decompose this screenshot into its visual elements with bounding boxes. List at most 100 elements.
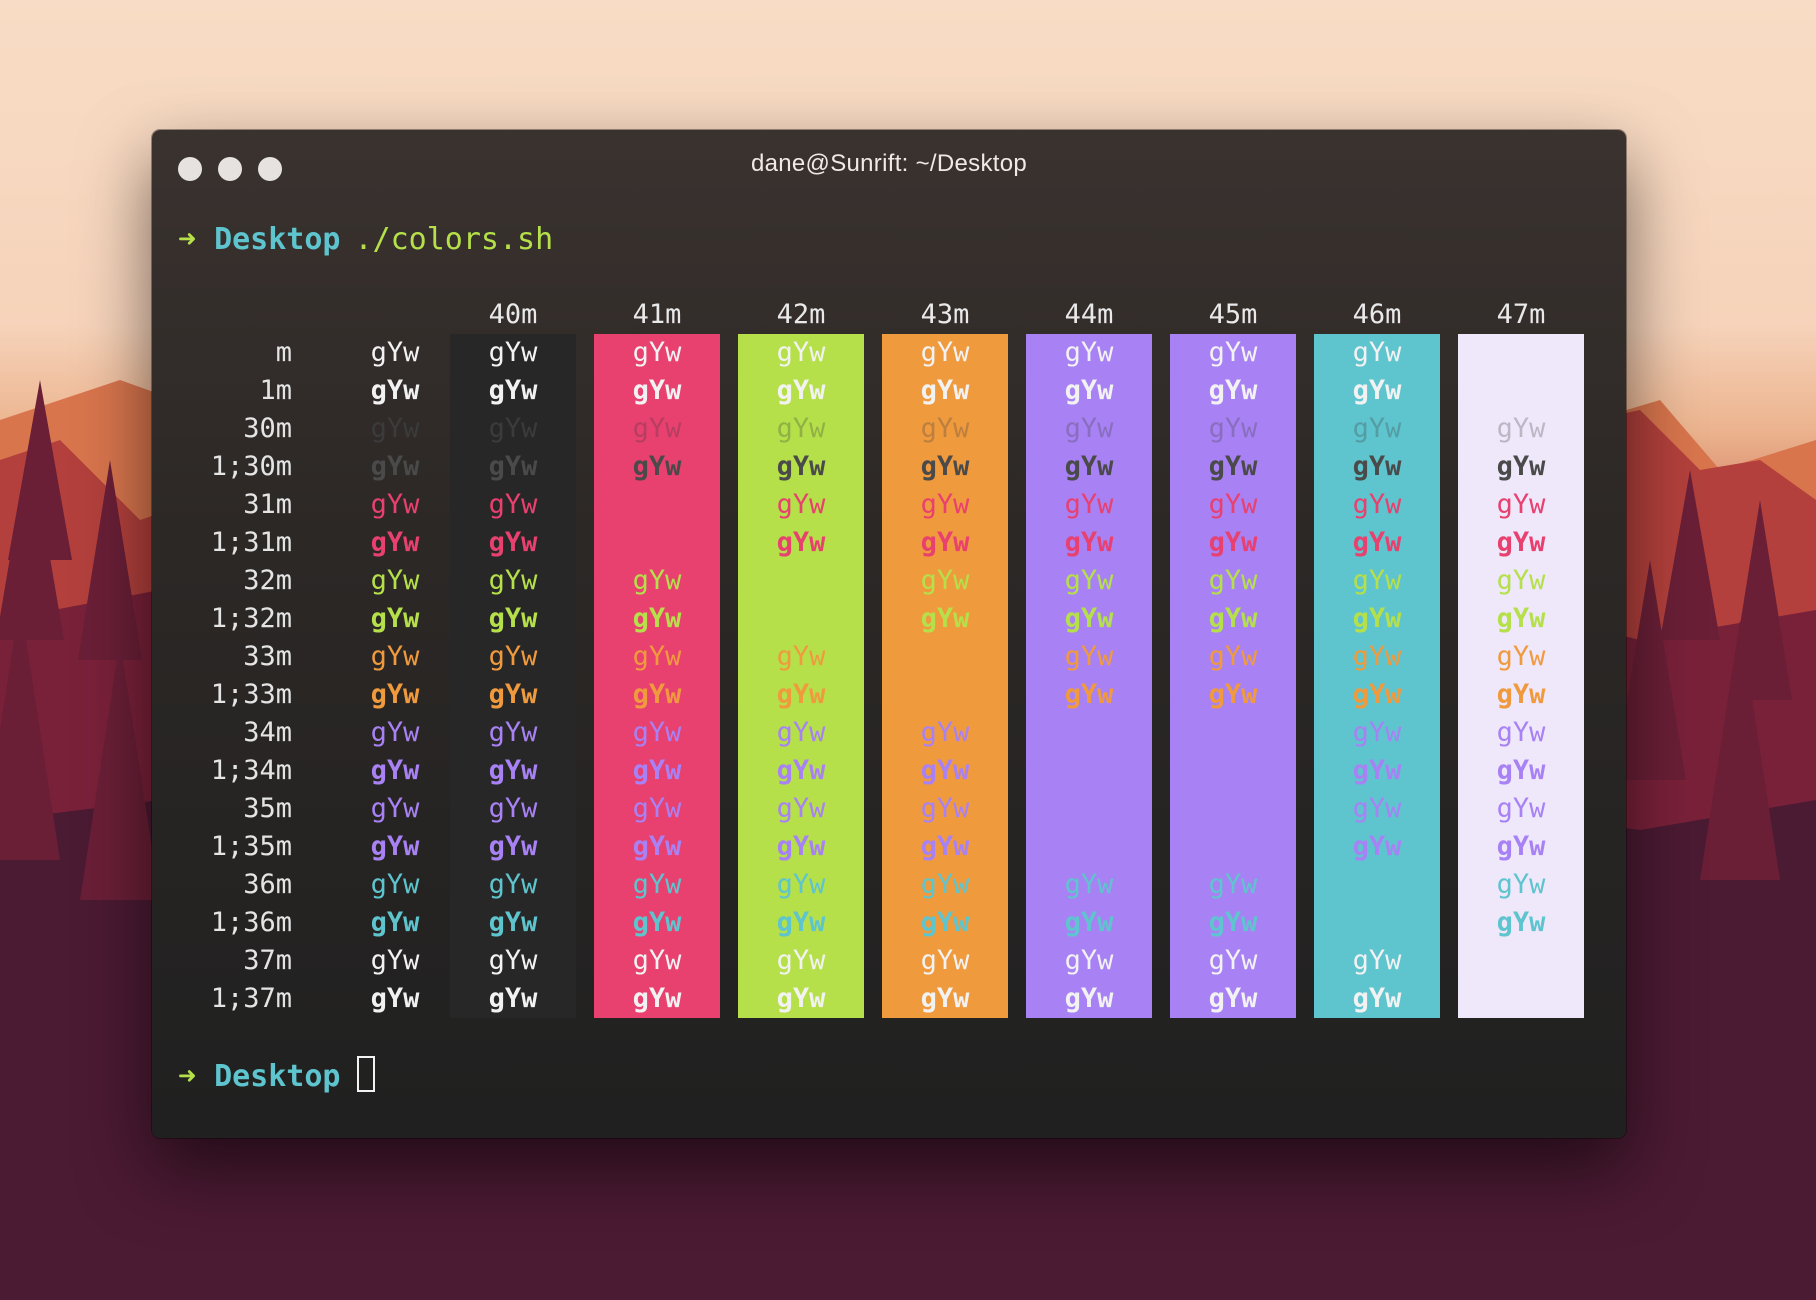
sample-cell: gYw (920, 945, 970, 976)
column-header: 45m (1208, 299, 1258, 330)
sample-cell: gYw (776, 451, 826, 482)
sample-cell: gYw (1208, 489, 1258, 520)
sample-cell: gYw (632, 983, 682, 1014)
sample-cell: gYw (776, 413, 826, 444)
sample-cell: gYw (488, 641, 538, 672)
sample-cell: gYw (1352, 375, 1402, 406)
sample-cell: gYw (1208, 337, 1258, 368)
column-header: 46m (1352, 299, 1402, 330)
sample-cell: gYw (488, 375, 538, 406)
sample-cell: gYw (488, 907, 538, 938)
sample-cell: gYw (1352, 603, 1402, 634)
sample-cell: gYw (1208, 641, 1258, 672)
sample-cell: gYw (776, 983, 826, 1014)
row-label: 31m (243, 489, 292, 520)
sample-cell: gYw (920, 603, 970, 634)
column-header: 42m (776, 299, 826, 330)
sample-cell: gYw (920, 869, 970, 900)
sample-cell: gYw (1496, 793, 1546, 824)
sample-cell: gYw (776, 641, 826, 672)
sample-cell: gYw (1208, 679, 1258, 710)
sample-cell: gYw (1064, 983, 1114, 1014)
sample-cell: gYw (1496, 413, 1546, 444)
sample-cell: gYw (1352, 641, 1402, 672)
sample-cell: gYw (488, 489, 538, 520)
sample-cell: gYw (370, 337, 420, 368)
sample-cell: gYw (488, 603, 538, 634)
sample-cell: gYw (370, 641, 420, 672)
row-label: 1;36m (210, 907, 292, 938)
sample-cell: gYw (920, 907, 970, 938)
sample-cell: gYw (632, 945, 682, 976)
sample-cell: gYw (1352, 565, 1402, 596)
sample-cell: gYw (920, 983, 970, 1014)
row-label: m (275, 337, 292, 368)
prompt-line-2[interactable]: ➜ Desktop (178, 1056, 375, 1097)
column-header: 47m (1496, 299, 1546, 330)
sample-cell: gYw (370, 679, 420, 710)
sample-cell: gYw (370, 565, 420, 596)
sample-cell: gYw (776, 679, 826, 710)
row-label: 30m (243, 413, 292, 444)
sample-cell: gYw (1496, 603, 1546, 634)
sample-cell: gYw (1496, 679, 1546, 710)
sample-cell: gYw (1352, 983, 1402, 1014)
sample-cell: gYw (1352, 717, 1402, 748)
sample-cell: gYw (370, 983, 420, 1014)
sample-cell: gYw (370, 793, 420, 824)
sample-cell: gYw (920, 755, 970, 786)
sample-cell: gYw (920, 451, 970, 482)
sample-cell: gYw (1064, 413, 1114, 444)
sample-cell: gYw (1064, 603, 1114, 634)
sample-cell: gYw (1064, 679, 1114, 710)
sample-cell: gYw (370, 907, 420, 938)
sample-cell: gYw (1496, 755, 1546, 786)
sample-cell: gYw (1064, 869, 1114, 900)
row-label: 33m (243, 641, 292, 672)
sample-cell: gYw (920, 489, 970, 520)
sample-cell: gYw (488, 337, 538, 368)
column-header: 40m (488, 299, 538, 330)
sample-cell: gYw (1352, 489, 1402, 520)
text-cursor (356, 1056, 375, 1092)
sample-cell: gYw (1208, 413, 1258, 444)
sample-cell: gYw (370, 831, 420, 862)
sample-cell: gYw (632, 375, 682, 406)
sample-cell: gYw (1352, 337, 1402, 368)
sample-cell: gYw (1064, 451, 1114, 482)
sample-cell: gYw (1208, 907, 1258, 938)
sample-cell: gYw (1208, 945, 1258, 976)
sample-cell: gYw (1064, 527, 1114, 558)
sample-cell: gYw (370, 527, 420, 558)
sample-cell: gYw (1064, 565, 1114, 596)
sample-cell: gYw (632, 641, 682, 672)
prompt-directory: Desktop (214, 1059, 341, 1094)
sample-cell: gYw (1496, 527, 1546, 558)
sample-cell: gYw (488, 793, 538, 824)
sample-cell: gYw (920, 717, 970, 748)
row-label: 36m (243, 869, 292, 900)
sample-cell: gYw (1496, 451, 1546, 482)
sample-cell: gYw (632, 413, 682, 444)
row-label: 1;32m (210, 603, 292, 634)
sample-cell: gYw (1208, 375, 1258, 406)
sample-cell: gYw (632, 717, 682, 748)
sample-cell: gYw (1064, 641, 1114, 672)
sample-cell: gYw (776, 375, 826, 406)
sample-cell: gYw (1352, 413, 1402, 444)
sample-cell: gYw (1064, 945, 1114, 976)
column-header: 41m (632, 299, 682, 330)
sample-cell: gYw (776, 489, 826, 520)
sample-cell: gYw (1496, 869, 1546, 900)
sample-cell: gYw (1352, 945, 1402, 976)
sample-cell: gYw (632, 603, 682, 634)
sample-cell: gYw (1352, 755, 1402, 786)
sample-cell: gYw (488, 451, 538, 482)
sample-cell: gYw (920, 337, 970, 368)
sample-cell: gYw (776, 755, 826, 786)
sample-cell: gYw (1496, 907, 1546, 938)
sample-cell: gYw (488, 527, 538, 558)
sample-cell: gYw (632, 831, 682, 862)
sample-cell: gYw (488, 869, 538, 900)
sample-cell: gYw (370, 755, 420, 786)
